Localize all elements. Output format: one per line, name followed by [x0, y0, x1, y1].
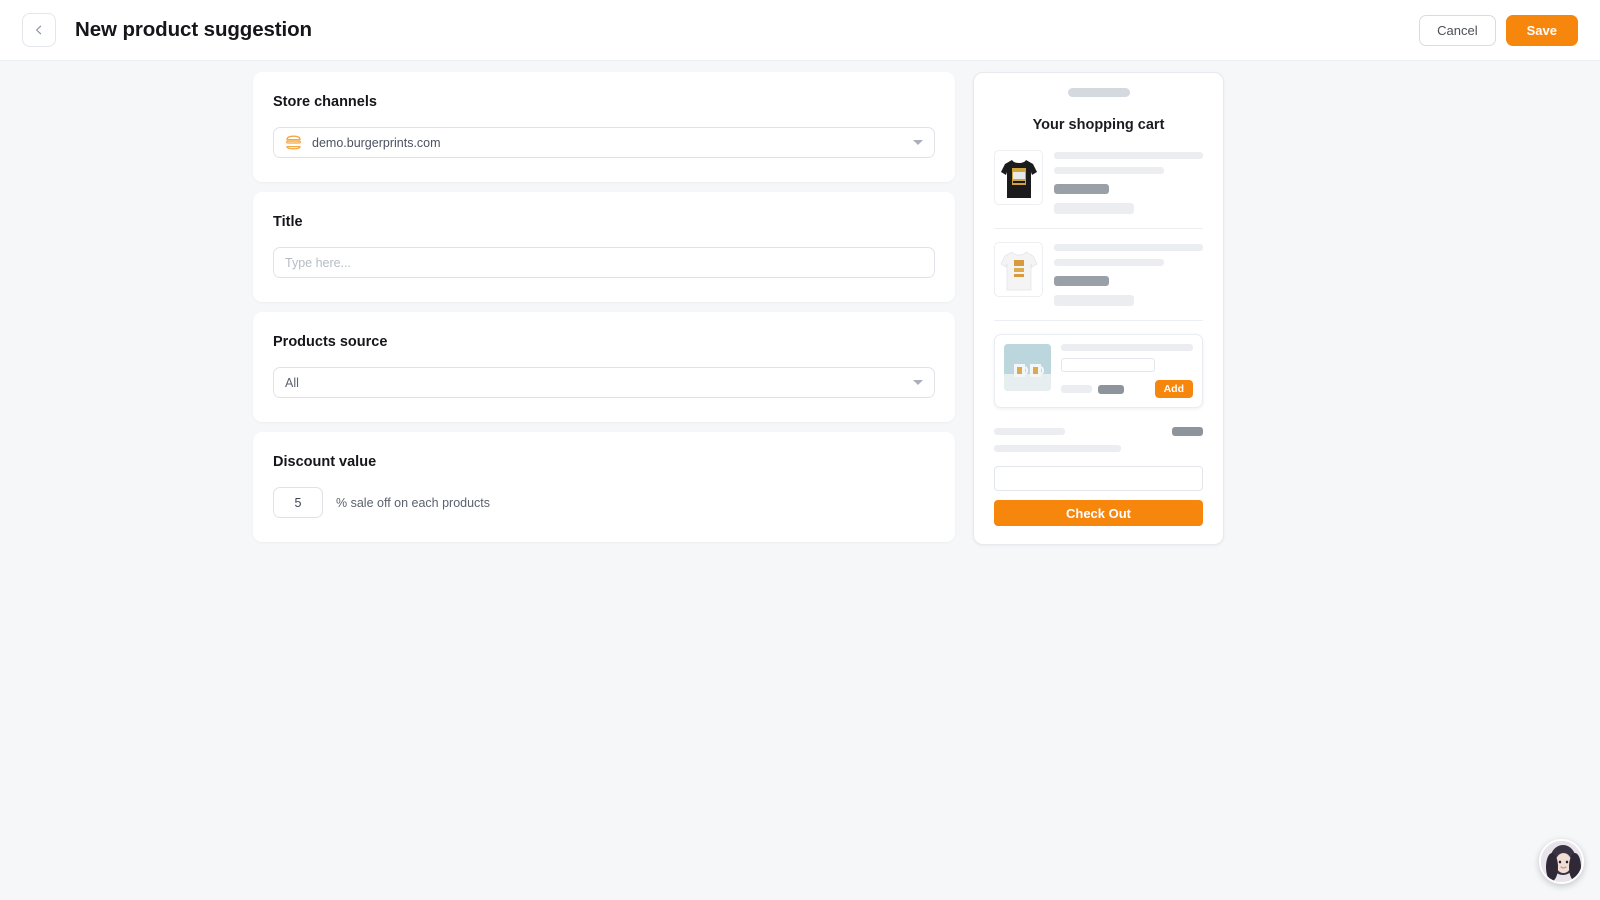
preview-drag-handle: [1067, 88, 1130, 97]
title-card: Title Type here...: [253, 192, 955, 302]
discount-value-card: Discount value 5 % sale off on each prod…: [253, 432, 955, 542]
skeleton-line: [1061, 385, 1092, 393]
workspace: Store channels demo.burgerprints.com Tit…: [0, 61, 1600, 900]
top-bar: New product suggestion Cancel Save: [0, 0, 1600, 61]
discount-value-input[interactable]: 5: [273, 487, 323, 518]
products-source-select[interactable]: All: [273, 367, 935, 398]
white-tshirt-thumbnail: [994, 242, 1043, 297]
page-title: New product suggestion: [75, 18, 312, 41]
store-channels-label: Store channels: [273, 94, 377, 110]
checkout-button[interactable]: Check Out: [994, 500, 1203, 526]
store-channels-value: demo.burgerprints.com: [312, 135, 441, 150]
upsell-footer-row: Add: [1061, 380, 1193, 398]
store-channels-card: Store channels demo.burgerprints.com: [253, 72, 955, 182]
discount-code-input[interactable]: [994, 466, 1203, 491]
chevron-down-icon: [913, 140, 923, 145]
products-source-card: Products source All: [253, 312, 955, 422]
products-source-label: Products source: [273, 334, 388, 350]
preview-column: Your shopping cart Add Check Out: [973, 72, 1224, 545]
discount-value-suffix: % sale off on each products: [336, 495, 491, 510]
store-channels-select[interactable]: demo.burgerprints.com: [273, 127, 935, 158]
skeleton-line: [1061, 344, 1193, 351]
support-chat-avatar[interactable]: [1539, 839, 1584, 884]
chevron-left-icon: [33, 24, 45, 36]
upsell-body: Add: [1061, 344, 1193, 398]
skeleton-line: [994, 428, 1066, 435]
skeleton-line: [1098, 384, 1124, 394]
black-tshirt-thumbnail: [994, 150, 1043, 205]
skeleton-line: [1054, 184, 1110, 194]
totals-row: [994, 427, 1203, 436]
skeleton-line: [1171, 427, 1203, 436]
skeleton-line: [1054, 167, 1165, 174]
discount-row: 5 % sale off on each products: [273, 487, 935, 518]
add-upsell-button[interactable]: Add: [1154, 380, 1193, 398]
skeleton-line: [1054, 276, 1110, 286]
cart-item-skeleton: [1054, 150, 1203, 214]
cart-preview-panel: Your shopping cart Add Check Out: [973, 72, 1224, 545]
title-label: Title: [273, 214, 303, 230]
back-button[interactable]: [22, 13, 56, 47]
products-source-value: All: [285, 375, 299, 390]
title-input-wrap[interactable]: Type here...: [273, 247, 935, 278]
cart-item: [994, 150, 1203, 229]
skeleton-line: [1054, 295, 1135, 306]
upsell-variant-field[interactable]: [1061, 358, 1155, 372]
cart-item-skeleton: [1054, 242, 1203, 306]
top-bar-actions: Cancel Save: [1419, 14, 1578, 46]
cart-preview-title: Your shopping cart: [1032, 117, 1165, 133]
upsell-card[interactable]: Add: [994, 334, 1203, 408]
burger-icon: [285, 135, 302, 150]
mug-pair-thumbnail: [1004, 344, 1051, 391]
cart-item: [994, 242, 1203, 321]
skeleton-line: [1054, 152, 1203, 159]
skeleton-line: [1054, 203, 1135, 214]
skeleton-line: [1054, 244, 1203, 251]
skeleton-line: [1054, 259, 1165, 266]
save-button[interactable]: Save: [1505, 14, 1578, 46]
form-column: Store channels demo.burgerprints.com Tit…: [253, 72, 955, 552]
skeleton-line: [994, 445, 1122, 452]
title-input-placeholder: Type here...: [285, 255, 352, 270]
cancel-button[interactable]: Cancel: [1419, 14, 1496, 46]
discount-value-label: Discount value: [273, 454, 377, 470]
chevron-down-icon: [913, 380, 923, 385]
